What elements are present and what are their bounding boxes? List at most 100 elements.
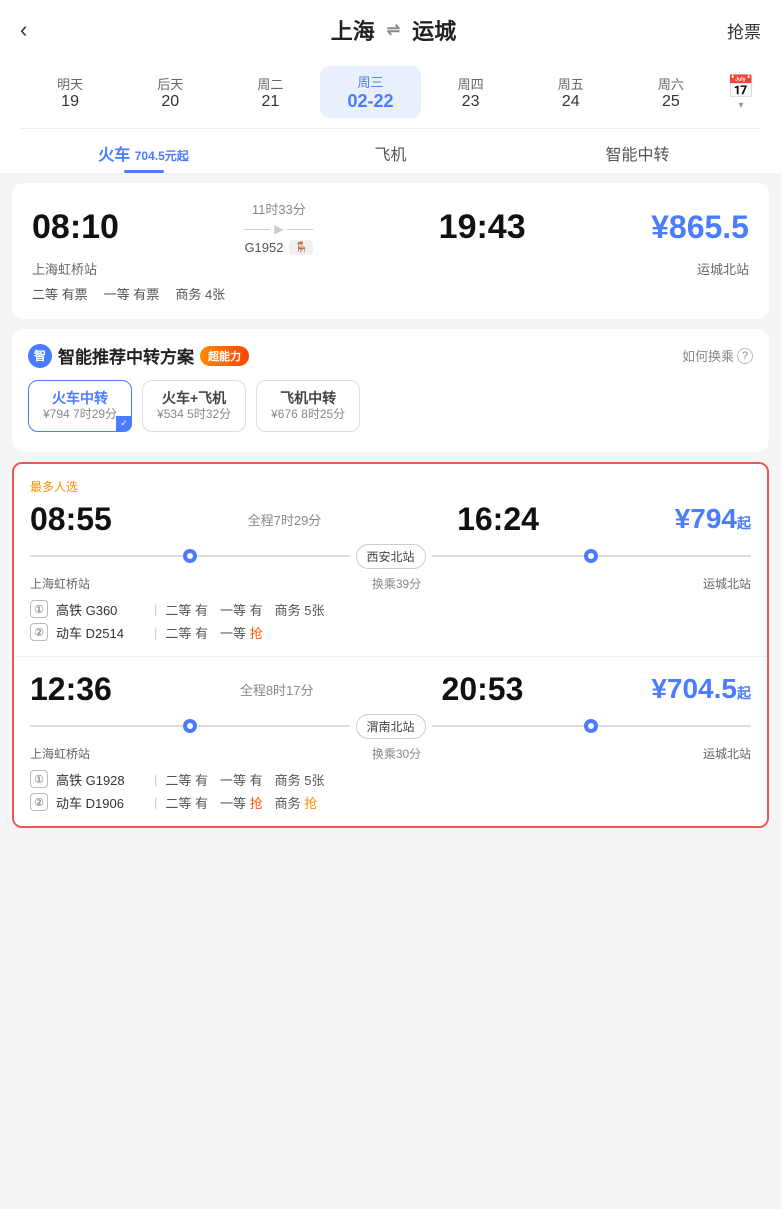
leg-train-0-1: 动车 D2514: [56, 623, 146, 642]
dur-arrow-left: [244, 229, 270, 230]
seat-business: 商务 4张: [175, 284, 225, 303]
transfer-route-1: 渭南北站: [30, 714, 751, 739]
leg-train-0-0: 高铁 G360: [56, 600, 146, 619]
popular-badge-0: 最多人选: [30, 478, 751, 495]
question-icon: ?: [737, 348, 753, 364]
transfer-tab-flight[interactable]: 飞机中转 ¥676 8时25分: [256, 380, 360, 432]
result-price-block-1: ¥704.5起: [651, 673, 751, 705]
tab-flight-label: 飞机: [374, 147, 406, 164]
leg-1-1: ② 动车 D1906 | 二等 有 一等 抢 商务 抢: [30, 793, 751, 812]
calendar-button[interactable]: 📅 ▾: [721, 74, 761, 111]
tab-train-flight-main: 火车+飞机: [157, 389, 231, 407]
origin-city: 上海: [331, 14, 375, 46]
header-top: ‹ 上海 ⇌ 运城 抢票: [20, 14, 761, 58]
leg-num-1-1: ②: [30, 793, 48, 811]
header: ‹ 上海 ⇌ 运城 抢票 明天 19 后天 20 周二 21 周三 02-22 …: [0, 0, 781, 173]
tab-flight-main: 飞机中转: [271, 389, 345, 407]
route-line-right-1: [598, 725, 751, 727]
tab-train[interactable]: 火车 704.5元起: [20, 129, 267, 173]
date-tab-2[interactable]: 周二 21: [220, 68, 320, 117]
train-price: ¥865.5: [651, 209, 749, 246]
day-num-1: 20: [124, 93, 216, 111]
smart-title-row: 智 智能推荐中转方案 超能力: [28, 343, 249, 368]
transfer-station-badge-0: 西安北站: [356, 544, 426, 569]
route-dot-inner-arrive-0: [588, 553, 594, 559]
tab-train-sub: 704.5元起: [135, 149, 189, 163]
leg-num-0-1: ②: [30, 623, 48, 641]
route-dot-arrive-1: [584, 719, 598, 733]
date-tab-4[interactable]: 周四 23: [421, 68, 521, 117]
route-line-mid-left-0: [197, 555, 350, 557]
transfer-tab-train-flight[interactable]: 火车+飞机 ¥534 5时32分: [142, 380, 246, 432]
back-button[interactable]: ‹: [20, 17, 60, 43]
transfer-route-0: 西安北站: [30, 544, 751, 569]
transfer-tab-train[interactable]: 火车中转 ¥794 7时29分: [28, 380, 132, 432]
result-list: 最多人选 08:55 全程7时29分 16:24 ¥794起 西安北站: [12, 462, 769, 828]
day-label-5: 周五: [525, 74, 617, 93]
check-mark-icon: [116, 416, 132, 432]
arrive-station-0: 运城北站: [703, 575, 751, 592]
dur-arrow-right: [287, 229, 313, 230]
train-number: G1952: [244, 240, 283, 255]
smart-section: 智 智能推荐中转方案 超能力 如何换乘 ? 火车中转 ¥794 7时29分 火车…: [12, 329, 769, 452]
depart-station-0: 上海虹桥站: [30, 575, 90, 592]
train-legs-0: ① 高铁 G360 | 二等 有 一等 有 商务 5张 ② 动车 D2514 |…: [30, 600, 751, 642]
route-dot-depart-0: [183, 549, 197, 563]
result-depart-time-0: 08:55: [30, 501, 112, 538]
seat-1st: 一等 有票: [104, 284, 160, 303]
tab-train-flight-sub: ¥534 5时32分: [157, 407, 231, 423]
dur-arrow-head: ▶: [274, 222, 283, 236]
swap-icon[interactable]: ⇌: [387, 20, 400, 40]
result-arrive-time-1: 20:53: [442, 671, 524, 708]
transfer-wait-0: 换乘39分: [372, 575, 421, 592]
route-dot-depart-1: [183, 719, 197, 733]
date-tab-3[interactable]: 周三 02-22: [320, 66, 420, 118]
leg-train-1-1: 动车 D1906: [56, 793, 146, 812]
result-item-1[interactable]: 12:36 全程8时17分 20:53 ¥704.5起 渭南北站 上海: [14, 657, 767, 826]
route-stations-1: 上海虹桥站 换乘30分 运城北站: [30, 745, 751, 762]
date-tab-1[interactable]: 后天 20: [120, 68, 220, 117]
date-tab-6[interactable]: 周六 25: [621, 68, 721, 117]
price-block: ¥865.5: [651, 209, 749, 246]
super-badge: 超能力: [200, 346, 249, 366]
grab-ticket-button[interactable]: 抢票: [727, 18, 761, 43]
result-main-0: 08:55 全程7时29分 16:24 ¥794起: [30, 501, 751, 538]
day-num-3: 02-22: [324, 91, 416, 112]
route-stations-0: 上海虹桥站 换乘39分 运城北站: [30, 575, 751, 592]
smart-logo-icon: 智: [28, 344, 52, 368]
date-tabs: 明天 19 后天 20 周二 21 周三 02-22 周四 23 周五 24 周…: [20, 58, 761, 122]
dur-line: ▶: [244, 222, 313, 236]
result-duration-0: 全程7时29分: [248, 510, 322, 529]
day-label-2: 周二: [224, 74, 316, 93]
result-arrive-time-0: 16:24: [457, 501, 539, 538]
result-price-1: ¥704.5起: [651, 673, 751, 704]
result-item-0[interactable]: 最多人选 08:55 全程7时29分 16:24 ¥794起 西安北站: [14, 464, 767, 657]
route-title: 上海 ⇌ 运城: [331, 14, 456, 46]
date-tab-5[interactable]: 周五 24: [521, 68, 621, 117]
tab-smart-transfer[interactable]: 智能中转: [514, 129, 761, 173]
train-badge: 🪑: [289, 240, 313, 255]
leg-seats-1-0: 二等 有 一等 有 商务 5张: [165, 770, 324, 789]
result-price-0: ¥794起: [675, 503, 751, 534]
tab-train-label: 火车: [98, 147, 130, 164]
smart-title: 智能推荐中转方案: [58, 343, 194, 368]
calendar-arrow-icon: ▾: [738, 100, 743, 111]
leg-num-0-0: ①: [30, 600, 48, 618]
leg-divider-1-1: |: [154, 795, 157, 810]
how-to-transfer-link[interactable]: 如何换乘 ?: [682, 346, 753, 365]
leg-seats-1-1: 二等 有 一等 抢 商务 抢: [165, 793, 317, 812]
tab-train-sub-price: ¥794 7时29分: [43, 407, 117, 423]
train-num-row: G1952 🪑: [244, 240, 313, 255]
leg-divider-0-1: |: [154, 625, 157, 640]
leg-seats-0-0: 二等 有 一等 有 商务 5张: [165, 600, 324, 619]
route-line-mid-right-1: [432, 725, 585, 727]
date-tab-0[interactable]: 明天 19: [20, 68, 120, 117]
calendar-icon: 📅: [727, 74, 754, 100]
tab-flight[interactable]: 飞机: [267, 129, 514, 173]
destination-city: 运城: [412, 14, 456, 46]
arrive-station-1: 运城北站: [703, 745, 751, 762]
leg-train-1-0: 高铁 G1928: [56, 770, 146, 789]
transport-tabs: 火车 704.5元起 飞机 智能中转: [20, 128, 761, 173]
train-card[interactable]: 08:10 11时33分 ▶ G1952 🪑 19:43 ¥865.5 上海虹桥…: [12, 183, 769, 319]
day-label-4: 周四: [425, 74, 517, 93]
